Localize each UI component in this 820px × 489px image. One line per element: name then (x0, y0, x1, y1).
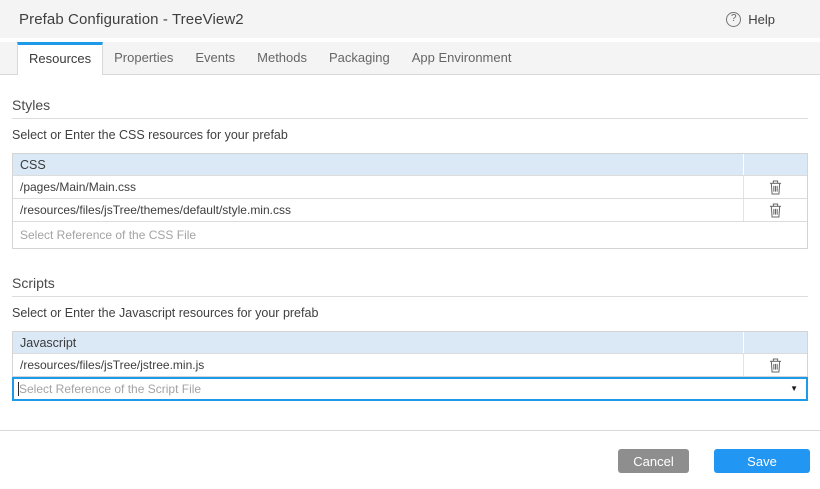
tab-app-environment[interactable]: App Environment (401, 42, 523, 74)
css-table: CSS /pages/Main/Main.css /resources/file… (12, 153, 808, 249)
css-input-row (13, 221, 807, 248)
script-file-input[interactable] (14, 382, 806, 396)
dialog-footer: Cancel Save (0, 430, 820, 489)
javascript-table-header-row: Javascript (13, 332, 807, 353)
script-file-combobox[interactable]: ▼ (12, 377, 808, 401)
tab-packaging[interactable]: Packaging (318, 42, 401, 74)
tab-events[interactable]: Events (184, 42, 246, 74)
css-column-header: CSS (20, 157, 46, 172)
javascript-actions-column-header (743, 332, 807, 353)
help-icon: ? (726, 11, 742, 27)
save-button[interactable]: Save (714, 449, 810, 473)
tab-bar: Resources Properties Events Methods Pack… (0, 42, 820, 75)
javascript-resource-path: /resources/files/jsTree/jstree.min.js (20, 358, 205, 372)
javascript-column-header: Javascript (20, 335, 77, 350)
css-resource-path: /resources/files/jsTree/themes/default/s… (20, 203, 291, 217)
tab-resources[interactable]: Resources (17, 42, 104, 75)
delete-css-resource-button[interactable] (743, 199, 807, 221)
css-actions-column-header (743, 154, 807, 175)
scripts-description: Select or Enter the Javascript resources… (12, 306, 319, 320)
cancel-button[interactable]: Cancel (618, 449, 689, 473)
styles-heading: Styles (12, 97, 808, 119)
delete-javascript-resource-button[interactable] (743, 354, 807, 376)
css-resource-path: /pages/Main/Main.css (20, 180, 137, 194)
css-rows: /pages/Main/Main.css /resources/files/js… (13, 175, 807, 221)
css-resource-row: /pages/Main/Main.css (13, 175, 807, 198)
trash-icon (769, 202, 782, 218)
styles-description: Select or Enter the CSS resources for yo… (12, 128, 288, 142)
css-resource-row: /resources/files/jsTree/themes/default/s… (13, 198, 807, 221)
tab-properties[interactable]: Properties (103, 42, 184, 74)
resources-panel: Styles Select or Enter the CSS resources… (0, 97, 820, 401)
text-cursor (18, 382, 19, 396)
javascript-table: Javascript /resources/files/jsTree/jstre… (12, 331, 808, 377)
scripts-section: Scripts Select or Enter the Javascript r… (12, 275, 808, 401)
tab-methods[interactable]: Methods (246, 42, 318, 74)
javascript-rows: /resources/files/jsTree/jstree.min.js (13, 353, 807, 376)
css-table-header-row: CSS (13, 154, 807, 175)
prefab-configuration-dialog: Prefab Configuration - TreeView2 ? Help … (0, 0, 820, 489)
dropdown-arrow-icon[interactable]: ▼ (790, 385, 798, 393)
dialog-header: Prefab Configuration - TreeView2 ? Help (0, 0, 820, 38)
css-file-input[interactable] (13, 222, 807, 248)
trash-icon (769, 179, 782, 195)
help-label: Help (748, 11, 775, 27)
styles-section: Styles Select or Enter the CSS resources… (12, 97, 808, 249)
delete-css-resource-button[interactable] (743, 176, 807, 198)
help-button[interactable]: ? Help (726, 11, 775, 27)
dialog-title: Prefab Configuration - TreeView2 (19, 10, 244, 28)
scripts-heading: Scripts (12, 275, 808, 297)
trash-icon (769, 357, 782, 373)
javascript-resource-row: /resources/files/jsTree/jstree.min.js (13, 353, 807, 376)
